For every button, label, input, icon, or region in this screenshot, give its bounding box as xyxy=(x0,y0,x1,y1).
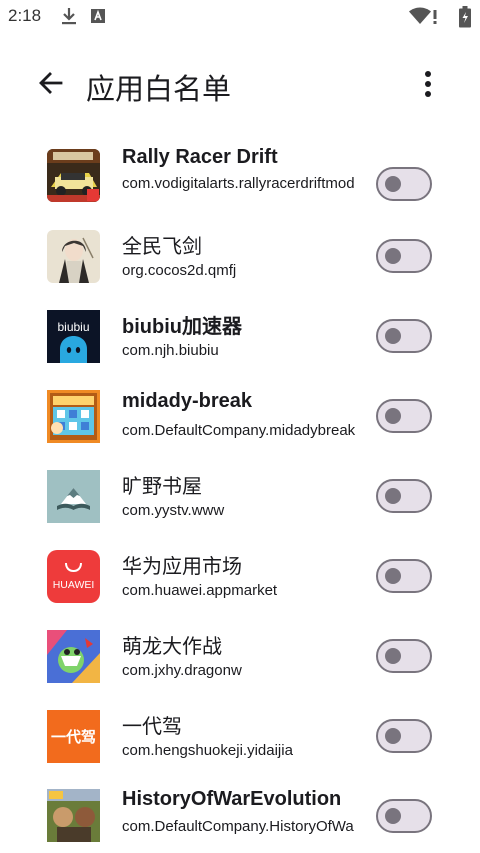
app-package: com.DefaultCompany.HistoryOfWa xyxy=(122,818,354,835)
rally-racer-icon xyxy=(47,149,100,202)
more-vertical-icon xyxy=(425,71,431,97)
app-package: org.cocos2d.qmfj xyxy=(122,262,237,279)
back-button[interactable] xyxy=(34,66,68,100)
app-bar: 应用白名单 xyxy=(0,52,480,116)
list-item[interactable]: 萌龙大作战 com.jxhy.dragonw xyxy=(0,620,480,700)
toggle-thumb xyxy=(385,648,401,664)
toggle-thumb xyxy=(385,568,401,584)
list-item[interactable]: 旷野书屋 com.yystv.www xyxy=(0,460,480,540)
wifi-icon xyxy=(408,6,432,30)
whitelist-toggle[interactable] xyxy=(376,399,432,433)
whitelist-toggle[interactable] xyxy=(376,239,432,273)
list-item[interactable]: HistoryOfWarEvolution com.DefaultCompany… xyxy=(0,780,480,853)
arrow-left-icon xyxy=(39,72,63,94)
app-package: com.hengshuokeji.yidaijia xyxy=(122,742,293,759)
whitelist-toggle[interactable] xyxy=(376,639,432,673)
biubiu-icon: biubiu xyxy=(47,310,100,363)
app-package: com.huawei.appmarket xyxy=(122,582,278,599)
list-item[interactable]: biubiu biubiu加速器 com.njh.biubiu xyxy=(0,300,480,380)
history-of-war-icon xyxy=(47,789,100,842)
app-name: 全民飞剑 xyxy=(122,234,202,258)
toggle-thumb xyxy=(385,248,401,264)
icon-brand-text: 一代驾 xyxy=(51,728,96,746)
toggle-thumb xyxy=(385,328,401,344)
app-name: Rally Racer Drift xyxy=(122,146,278,168)
toggle-thumb xyxy=(385,728,401,744)
app-name: biubiu加速器 xyxy=(122,316,242,338)
app-package: com.njh.biubiu xyxy=(122,342,219,359)
text-box-icon xyxy=(89,6,107,30)
list-item[interactable]: Rally Racer Drift com.vodigitalarts.rall… xyxy=(0,138,480,220)
kuangye-shuwu-icon xyxy=(47,470,100,523)
whitelist-toggle[interactable] xyxy=(376,167,432,201)
more-options-button[interactable] xyxy=(414,66,444,102)
download-icon xyxy=(60,6,78,30)
svg-text:biubiu: biubiu xyxy=(57,320,89,334)
app-name: 旷野书屋 xyxy=(122,474,202,498)
status-time: 2:18 xyxy=(8,6,42,25)
app-name: 华为应用市场 xyxy=(122,554,242,578)
whitelist-toggle[interactable] xyxy=(376,559,432,593)
toggle-thumb xyxy=(385,176,401,192)
app-package: com.jxhy.dragonw xyxy=(122,662,242,679)
app-name: 一代驾 xyxy=(122,714,182,738)
app-package: com.yystv.www xyxy=(122,502,225,519)
toggle-thumb xyxy=(385,808,401,824)
midady-break-icon xyxy=(47,390,100,443)
list-item[interactable]: 全民飞剑 org.cocos2d.qmfj xyxy=(0,220,480,300)
toggle-thumb xyxy=(385,408,401,424)
app-name: HistoryOfWarEvolution xyxy=(122,788,342,810)
toggle-thumb xyxy=(385,488,401,504)
exclamation-icon xyxy=(432,6,438,30)
list-item[interactable]: HUAWEI 华为应用市场 com.huawei.appmarket xyxy=(0,540,480,620)
whitelist-toggle[interactable] xyxy=(376,319,432,353)
list-item[interactable]: 一代驾 一代驾 com.hengshuokeji.yidaijia xyxy=(0,700,480,780)
quanmin-feijian-icon xyxy=(47,230,100,283)
menglong-icon xyxy=(47,630,100,683)
whitelist-toggle[interactable] xyxy=(376,479,432,513)
icon-brand-text: HUAWEI xyxy=(53,579,95,591)
list-item[interactable]: midady-break com.DefaultCompany.midadybr… xyxy=(0,380,480,460)
yidaijia-icon: 一代驾 xyxy=(47,710,100,763)
whitelist-toggle[interactable] xyxy=(376,799,432,833)
app-package: com.DefaultCompany.midadybreak xyxy=(122,422,356,439)
whitelist-toggle[interactable] xyxy=(376,719,432,753)
battery-icon xyxy=(458,6,472,32)
huawei-appgallery-icon: HUAWEI xyxy=(47,550,100,603)
page-title: 应用白名单 xyxy=(86,72,232,106)
status-bar: 2:18 xyxy=(0,0,480,34)
app-package: com.vodigitalarts.rallyracerdriftmod xyxy=(122,175,355,192)
app-name: 萌龙大作战 xyxy=(122,634,222,658)
app-name: midady-break xyxy=(122,390,253,412)
